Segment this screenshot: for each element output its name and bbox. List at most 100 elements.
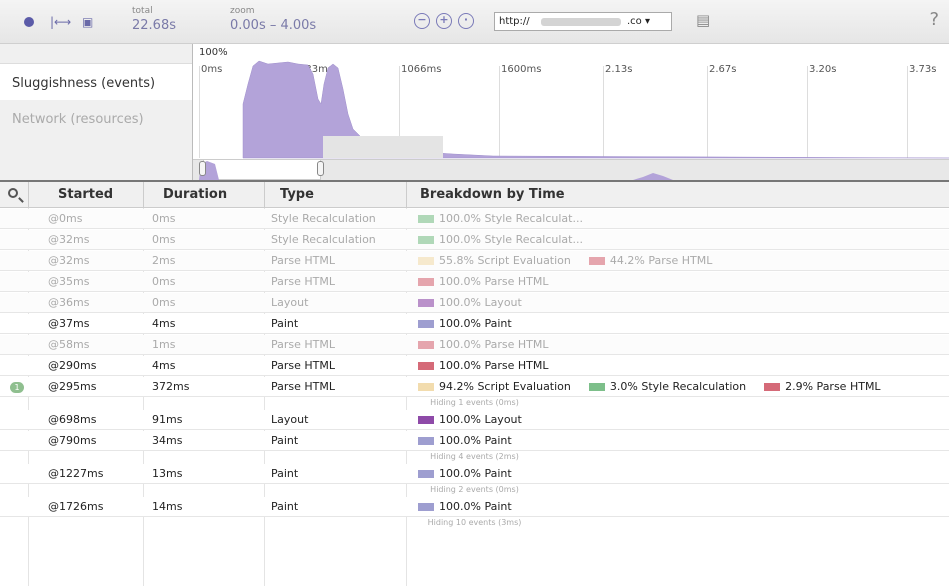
url-prefix: http:// <box>499 16 530 27</box>
header-divider <box>264 182 265 208</box>
cell-type: Layout <box>271 413 309 426</box>
zoom-label: zoom <box>230 6 255 16</box>
header-divider <box>28 182 29 208</box>
overview-graph[interactable]: 100% 0ms 533ms 1066ms 1600ms 2.13s 2.67s 3.20s… <box>192 44 949 180</box>
breakdown-text: 100.0% Paint <box>439 434 512 447</box>
cell-breakdown: 100.0% Parse HTML <box>418 356 566 376</box>
breakdown-swatch <box>418 416 434 424</box>
breakdown-item: 94.2% Script Evaluation <box>418 380 571 393</box>
breakdown-item: 100.0% Paint <box>418 434 512 447</box>
table-row[interactable]: @35ms 0ms Parse HTML 100.0% Parse HTML <box>0 272 949 292</box>
cell-type: Style Recalculation <box>271 212 376 225</box>
breakdown-item: 100.0% Style Recalculat... <box>418 212 583 225</box>
total-label: total <box>132 6 153 16</box>
zoom-value: 0.00s – 4.00s <box>230 18 317 33</box>
sidebar-item-sluggishness[interactable]: Sluggishness (events) <box>0 63 192 103</box>
url-select[interactable]: http:// .co ▾ <box>494 12 672 31</box>
search-icon[interactable] <box>8 188 18 198</box>
breakdown-text: 3.0% Style Recalculation <box>609 380 747 393</box>
table-row[interactable]: @58ms 1ms Parse HTML 100.0% Parse HTML <box>0 335 949 355</box>
header-type[interactable]: Type <box>280 182 314 208</box>
breakdown-text: 100.0% Style Recalculat... <box>439 212 583 225</box>
cell-breakdown: 100.0% Style Recalculat... <box>418 230 601 250</box>
cell-duration: 0ms <box>152 212 176 225</box>
breakdown-item: 3.0% Style Recalculation <box>588 380 747 393</box>
header-started[interactable]: Started <box>58 182 113 208</box>
cell-type: Parse HTML <box>271 359 336 372</box>
breakdown-text: 100.0% Paint <box>439 317 512 330</box>
breakdown-swatch <box>418 320 434 328</box>
cell-duration: 1ms <box>152 338 176 351</box>
breakdown-text: 100.0% Parse HTML <box>439 275 549 288</box>
total-value: 22.68s <box>132 18 176 33</box>
table-row[interactable]: @37ms 4ms Paint 100.0% Paint <box>0 314 949 334</box>
table-row[interactable]: @698ms 91ms Layout 100.0% Layout <box>0 410 949 430</box>
table-row[interactable]: @1227ms 13ms Paint 100.0% Paint <box>0 464 949 484</box>
cell-type: Paint <box>271 467 299 480</box>
breakdown-swatch <box>418 437 434 445</box>
table-row[interactable]: @295ms 372ms Parse HTML 94.2% Script Evalua… <box>0 377 949 397</box>
sidebar-item-network[interactable]: Network (resources) <box>0 100 192 140</box>
cell-duration: 34ms <box>152 434 183 447</box>
table-row[interactable]: @36ms 0ms Layout 100.0% Layout <box>0 293 949 313</box>
table-row[interactable]: @790ms 34ms Paint 100.0% Paint <box>0 431 949 451</box>
cell-type: Parse HTML <box>271 380 336 393</box>
clear-icon[interactable]: |⟷ <box>50 14 71 30</box>
hidden-events-note[interactable]: Hiding 2 events (0ms) <box>0 484 949 496</box>
zoom-out-icon[interactable]: − <box>414 13 430 29</box>
hidden-events-note[interactable]: Hiding 10 events (3ms) <box>0 517 949 529</box>
breakdown-item: 55.8% Script Evaluation <box>418 254 571 267</box>
cell-started: @698ms <box>48 413 97 426</box>
breakdown-item: 100.0% Parse HTML <box>418 359 548 372</box>
cell-breakdown: 100.0% Parse HTML <box>418 335 566 355</box>
zoom-reset-icon[interactable]: · <box>458 13 474 29</box>
table-row[interactable]: @32ms 2ms Parse HTML 55.8% Script Evaluatio… <box>0 251 949 271</box>
breakdown-swatch <box>764 383 781 391</box>
cell-breakdown: 100.0% Paint <box>418 431 530 451</box>
breakdown-text: 2.9% Parse HTML <box>785 380 881 393</box>
cell-started: @36ms <box>48 296 90 309</box>
header-duration[interactable]: Duration <box>163 182 227 208</box>
breakdown-swatch <box>418 278 434 286</box>
table-row[interactable]: @290ms 4ms Parse HTML 100.0% Parse HTML <box>0 356 949 376</box>
header-breakdown[interactable]: Breakdown by Time <box>420 182 565 208</box>
breakdown-item: 2.9% Parse HTML <box>764 380 881 393</box>
breakdown-swatch <box>418 215 434 223</box>
slider-right-handle[interactable] <box>317 161 324 176</box>
document-icon[interactable]: ▤ <box>696 12 710 28</box>
breakdown-text: 100.0% Layout <box>439 413 522 426</box>
table-row[interactable]: @32ms 0ms Style Recalculation 100.0% Style … <box>0 230 949 250</box>
cell-duration: 2ms <box>152 254 176 267</box>
cell-started: @32ms <box>48 254 90 267</box>
row-badge[interactable]: 1 <box>10 382 24 393</box>
cell-duration: 4ms <box>152 317 176 330</box>
cell-started: @32ms <box>48 233 90 246</box>
cell-breakdown: 55.8% Script Evaluation 44.2% Parse HTML <box>418 251 730 271</box>
record-icon[interactable] <box>24 17 34 27</box>
breakdown-text: 44.2% Parse HTML <box>609 254 713 267</box>
cell-duration: 372ms <box>152 380 190 393</box>
breakdown-swatch <box>418 299 434 307</box>
breakdown-item: 100.0% Layout <box>418 413 522 426</box>
cell-started: @295ms <box>48 380 97 393</box>
cell-type: Parse HTML <box>271 254 336 267</box>
table-row[interactable]: @1726ms 14ms Paint 100.0% Paint <box>0 497 949 517</box>
cell-started: @1227ms <box>48 467 104 480</box>
zoom-in-icon[interactable]: + <box>436 13 452 29</box>
table-row[interactable]: @0ms 0ms Style Recalculation 100.0% Style R… <box>0 209 949 229</box>
breakdown-swatch <box>418 383 434 391</box>
cell-type: Parse HTML <box>271 338 336 351</box>
cell-duration: 91ms <box>152 413 183 426</box>
hidden-events-note[interactable]: Hiding 1 events (0ms) <box>0 397 949 409</box>
cell-duration: 14ms <box>152 500 183 513</box>
cell-type: Style Recalculation <box>271 233 376 246</box>
cell-breakdown: 100.0% Style Recalculat... <box>418 209 601 229</box>
toolbar: |⟷ ▣ total 22.68s zoom 0.00s – 4.00s − +… <box>0 0 949 44</box>
cell-started: @0ms <box>48 212 83 225</box>
slider-left-handle[interactable] <box>199 161 206 176</box>
hidden-events-note[interactable]: Hiding 4 events (2ms) <box>0 451 949 463</box>
save-icon[interactable]: ▣ <box>82 14 93 30</box>
help-icon[interactable]: ? <box>929 9 939 30</box>
cell-type: Paint <box>271 434 299 447</box>
url-suffix: .co ▾ <box>627 16 650 27</box>
